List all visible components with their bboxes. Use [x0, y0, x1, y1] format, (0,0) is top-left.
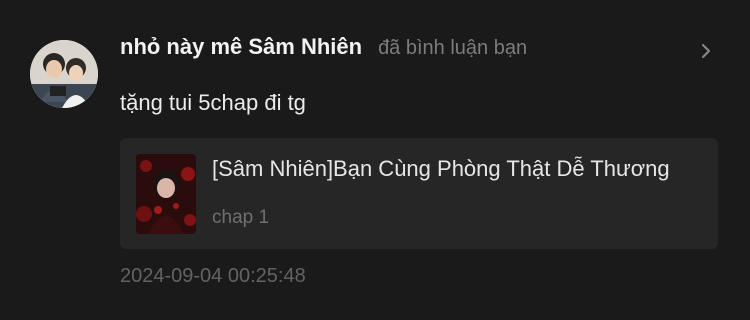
chapter-label: chap 1	[212, 207, 270, 228]
comic-thumbnail[interactable]	[136, 154, 196, 234]
notification-header: nhỏ này mê Sâm Nhiên đã bình luận bạn	[120, 34, 527, 60]
comment-text: tặng tui 5chap đi tg	[120, 90, 306, 115]
timestamp: 2024-09-04 00:25:48	[120, 265, 306, 287]
comic-cover-image	[136, 154, 196, 234]
chevron-right-icon[interactable]	[697, 41, 715, 61]
notification-item[interactable]: nhỏ này mê Sâm Nhiên đã bình luận bạn tặ…	[0, 0, 750, 320]
comic-title[interactable]: [Sâm Nhiên]Bạn Cùng Phòng Thật Dễ Thương	[212, 156, 702, 182]
user-avatar[interactable]	[30, 40, 98, 108]
action-text: đã bình luận bạn	[378, 37, 528, 59]
avatar-image	[30, 40, 98, 108]
comic-card[interactable]: [Sâm Nhiên]Bạn Cùng Phòng Thật Dễ Thương…	[120, 138, 718, 249]
username[interactable]: nhỏ này mê Sâm Nhiên	[120, 34, 362, 60]
